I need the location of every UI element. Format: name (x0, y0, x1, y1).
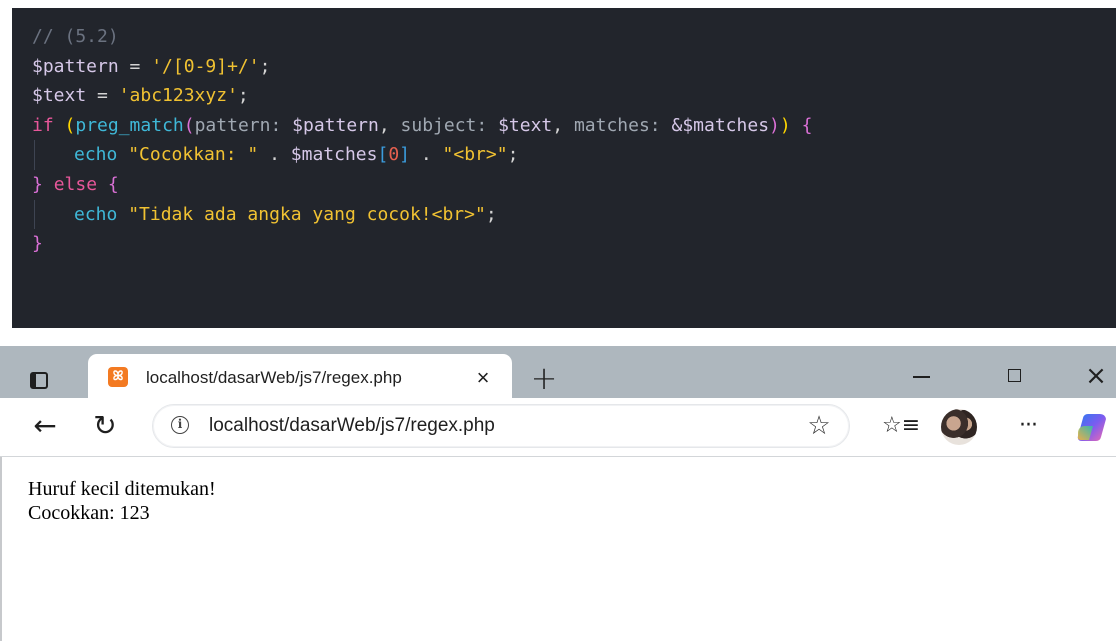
tab-close-icon[interactable]: × (472, 367, 494, 389)
url-text[interactable]: localhost/dasarWeb/js7/regex.php (209, 414, 495, 438)
code-line-7: echo "Tidak ada angka yang cocok!<br>"; (32, 199, 1116, 230)
browser-toolbar: ← ↻ i localhost/dasarWeb/js7/regex.php ☆… (0, 398, 1116, 457)
favorite-star-icon[interactable]: ☆ (805, 412, 833, 440)
code-line-3: $text = 'abc123xyz'; (32, 85, 249, 107)
tab-title: localhost/dasarWeb/js7/regex.php (146, 368, 402, 387)
tab-actions-icon[interactable] (30, 372, 48, 389)
page-content: Huruf kecil ditemukan! Cocokkan: 123 (0, 457, 1116, 641)
code-matches-ref: &$matches (671, 114, 770, 136)
code-index: 0 (388, 144, 400, 166)
code-param-subject: subject: (400, 114, 488, 136)
code-line-8: } (32, 233, 43, 255)
code-function-name: preg_match (75, 114, 184, 136)
copilot-icon[interactable] (1074, 410, 1116, 444)
code-line-5: echo "Cocokkan: " . $matches[0] . "<br>"… (32, 140, 1116, 170)
maximize-icon[interactable] (996, 360, 1036, 392)
output-line: Cocokkan: 123 (28, 502, 150, 524)
code-echo-string-1: "Cocokkan: " (128, 144, 259, 166)
code-echo-string-2: "Tidak ada angka yang cocok!<br>" (128, 203, 486, 225)
output-line: Huruf kecil ditemukan! (28, 478, 216, 500)
favorites-list-icon[interactable]: ☆≡ (882, 411, 920, 441)
active-tab[interactable]: ꕤ localhost/dasarWeb/js7/regex.php × (88, 354, 512, 402)
more-options-icon[interactable]: ··· (1012, 410, 1044, 442)
code-editor: // (5.2) $pattern = '/[0-9]+/'; $text = … (12, 8, 1116, 328)
back-arrow-icon[interactable]: ← (28, 409, 62, 443)
code-line-4: if (preg_match(pattern: $pattern, subjec… (32, 114, 813, 136)
new-tab-button[interactable]: + (530, 362, 558, 394)
code-else-keyword: else (53, 173, 98, 195)
browser-window: ꕤ localhost/dasarWeb/js7/regex.php × + ×… (0, 346, 1116, 641)
code-line-1: // (5.2) (32, 22, 1116, 52)
tab-strip: ꕤ localhost/dasarWeb/js7/regex.php × + × (0, 346, 1116, 402)
site-info-icon[interactable]: i (171, 416, 189, 434)
code-text-value: 'abc123xyz' (118, 85, 238, 107)
window-close-icon[interactable]: × (1076, 360, 1116, 392)
code-echo-keyword: echo (74, 144, 118, 166)
reload-icon[interactable]: ↻ (88, 409, 122, 443)
code-text-var: $text (32, 85, 87, 107)
code-pattern-var: $pattern (32, 55, 119, 77)
code-param-matches: matches: (573, 114, 661, 136)
xampp-favicon-icon: ꕤ (108, 367, 128, 387)
code-br-string: "<br>" (442, 144, 508, 166)
code-pattern-value: '/[0-9]+/' (151, 55, 260, 77)
code-if-keyword: if (32, 114, 54, 136)
address-bar[interactable]: i localhost/dasarWeb/js7/regex.php ☆ (152, 404, 850, 448)
profile-avatar[interactable] (941, 409, 977, 445)
minimize-icon[interactable] (901, 360, 941, 392)
code-line-6: } else { (32, 173, 119, 195)
code-line-2: $pattern = '/[0-9]+/'; (32, 55, 271, 77)
code-comment: // (5.2) (32, 26, 119, 47)
code-matches-var: $matches (290, 144, 378, 166)
code-param-pattern: pattern: (194, 114, 282, 136)
